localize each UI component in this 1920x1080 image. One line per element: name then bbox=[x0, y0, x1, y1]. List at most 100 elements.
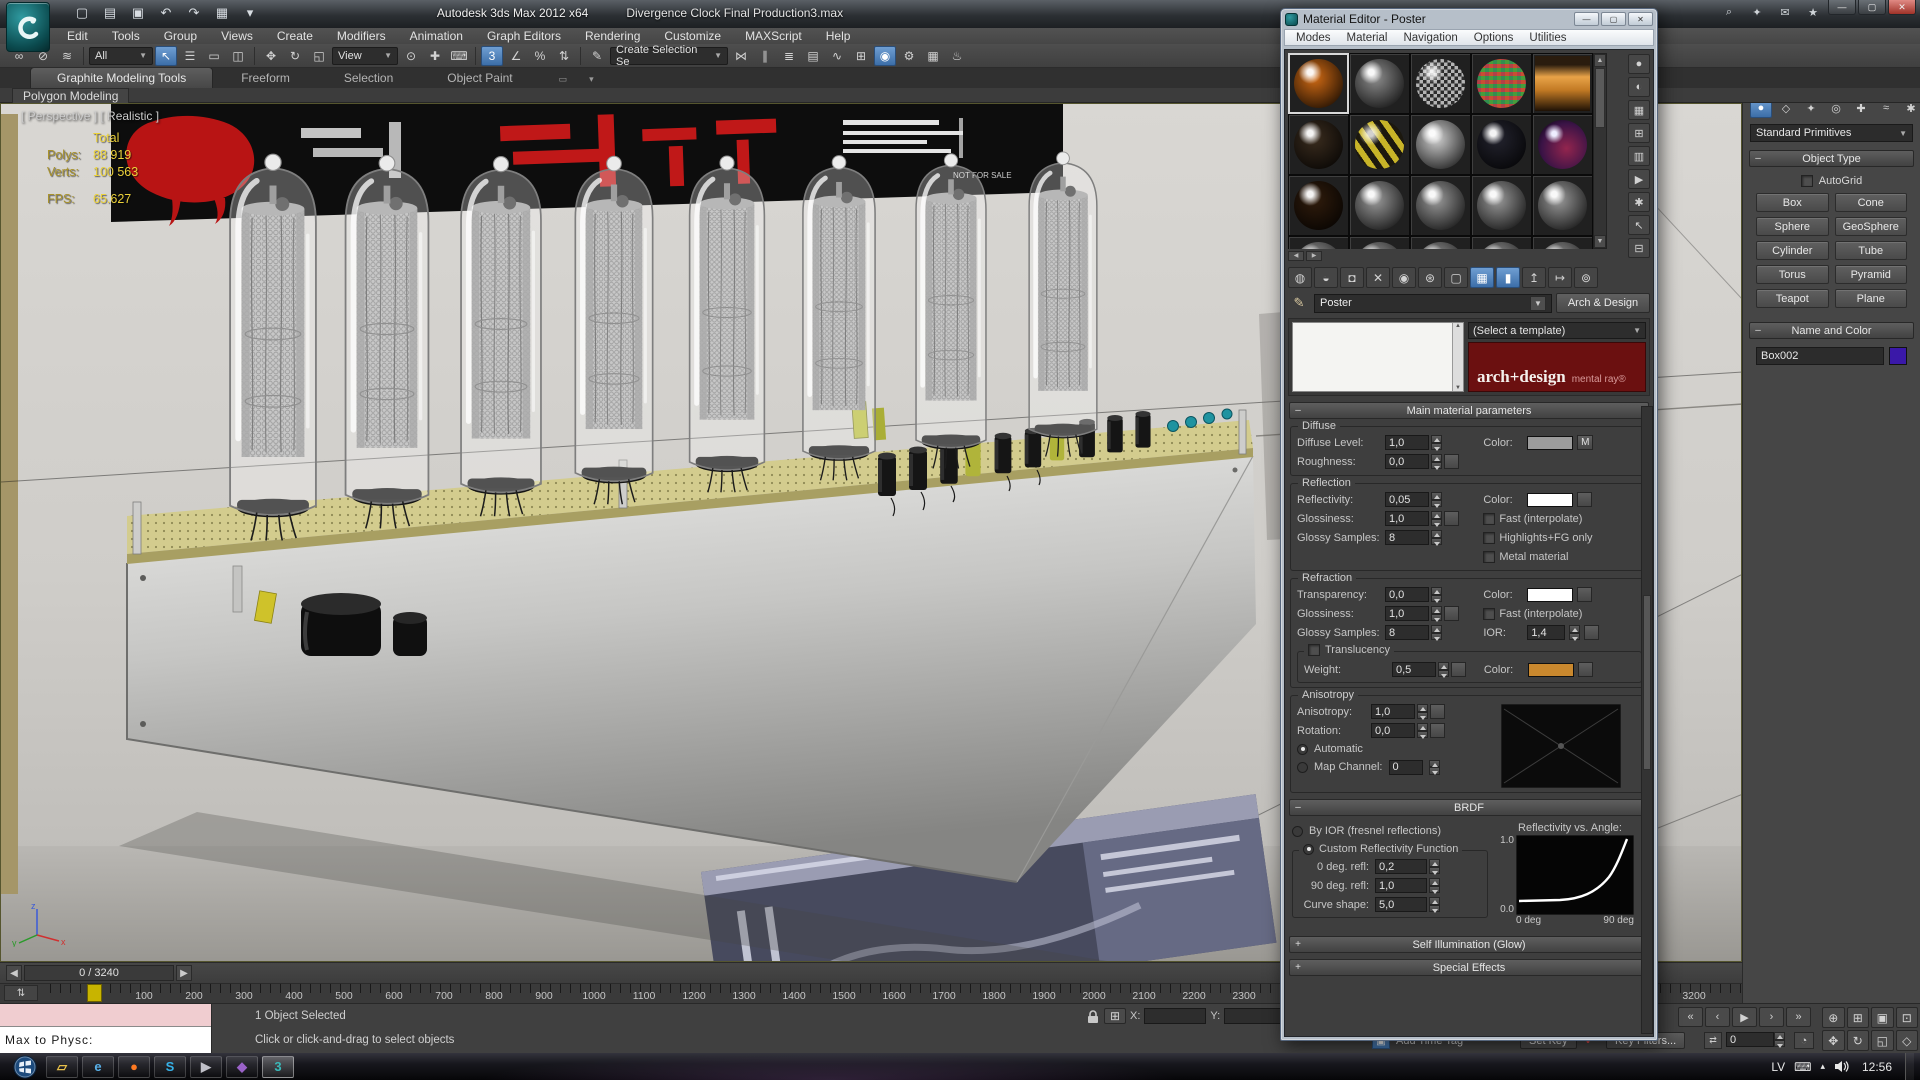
time-configuration-button[interactable]: ◔ bbox=[1794, 1032, 1814, 1049]
pick-material-eyedropper-icon[interactable]: ✎ bbox=[1288, 293, 1310, 313]
material-slot[interactable] bbox=[1532, 236, 1593, 249]
material-slot[interactable] bbox=[1288, 114, 1349, 175]
communication-center-icon[interactable]: ✉ bbox=[1776, 4, 1794, 20]
deg90-refl-spinner[interactable] bbox=[1429, 878, 1440, 893]
show-end-result-icon[interactable]: ▮ bbox=[1496, 267, 1520, 288]
refraction-fast-interpolate-checkbox[interactable] bbox=[1483, 608, 1495, 620]
refraction-samples-field[interactable]: 8 bbox=[1385, 625, 1429, 640]
translucency-weight-spinner[interactable] bbox=[1438, 662, 1449, 677]
fast-interpolate-checkbox[interactable] bbox=[1483, 513, 1495, 525]
reflectivity-field[interactable]: 0,05 bbox=[1385, 492, 1429, 507]
rotation-map-button[interactable] bbox=[1430, 723, 1445, 738]
material-slot[interactable] bbox=[1349, 236, 1410, 249]
diffuse-level-spinner[interactable] bbox=[1431, 435, 1442, 450]
listener-script-line[interactable]: Max to Physc: bbox=[0, 1027, 211, 1053]
object-type-button[interactable]: Plane bbox=[1835, 289, 1908, 308]
reflection-glossiness-spinner[interactable] bbox=[1431, 511, 1442, 526]
me-menu-item[interactable]: Utilities bbox=[1522, 32, 1573, 44]
time-slider-thumb[interactable] bbox=[87, 984, 102, 1002]
ribbon-tab[interactable]: Freeform bbox=[215, 68, 316, 88]
nixie-tube[interactable] bbox=[803, 156, 875, 481]
sample-background-icon[interactable]: ▦ bbox=[1628, 100, 1650, 120]
special-effects-rollout[interactable]: + Special Effects bbox=[1289, 959, 1649, 976]
reference-coordinate-dropdown[interactable]: View▼ bbox=[332, 47, 398, 65]
go-to-end-button[interactable]: » bbox=[1786, 1007, 1811, 1027]
current-frame-field[interactable]: 0 bbox=[1726, 1032, 1774, 1047]
spinner-snap-icon[interactable]: ⇅ bbox=[553, 46, 575, 66]
diffuse-color-swatch[interactable] bbox=[1527, 436, 1573, 450]
material-type-button[interactable]: Arch & Design bbox=[1556, 293, 1650, 313]
custom-reflectivity-radio[interactable] bbox=[1303, 844, 1314, 855]
material-id-channel-icon[interactable]: ▢ bbox=[1444, 267, 1468, 288]
pick-material-from-object-icon[interactable]: ⊚ bbox=[1574, 267, 1598, 288]
taskbar-ie-icon[interactable]: e bbox=[82, 1056, 114, 1078]
edit-named-selection-sets-icon[interactable]: ✎ bbox=[586, 46, 608, 66]
me-menu-item[interactable]: Navigation bbox=[1396, 32, 1464, 44]
map-channel-radio[interactable] bbox=[1297, 762, 1308, 773]
selection-lock-icon[interactable] bbox=[1086, 1009, 1100, 1024]
absolute-offset-toggle-icon[interactable]: ⊞ bbox=[1104, 1008, 1126, 1024]
material-slot[interactable] bbox=[1410, 236, 1471, 249]
roughness-spinner[interactable] bbox=[1431, 454, 1442, 469]
menu-item[interactable]: MAXScript bbox=[734, 28, 813, 44]
material-slot[interactable] bbox=[1349, 175, 1410, 236]
object-type-button[interactable]: GeoSphere bbox=[1835, 217, 1908, 236]
refraction-glossiness-field[interactable]: 1,0 bbox=[1385, 606, 1429, 621]
select-by-material-icon[interactable]: ↖ bbox=[1628, 215, 1650, 235]
material-slot[interactable] bbox=[1471, 175, 1532, 236]
translucency-color-map-button[interactable] bbox=[1578, 662, 1593, 677]
material-slot[interactable] bbox=[1288, 53, 1349, 114]
reflection-samples-field[interactable]: 8 bbox=[1385, 530, 1429, 545]
nixie-tube[interactable] bbox=[230, 154, 316, 540]
select-object-icon[interactable]: ↖ bbox=[155, 46, 177, 66]
field-of-view-icon[interactable]: ◇ bbox=[1896, 1030, 1919, 1051]
curve-shape-spinner[interactable] bbox=[1429, 897, 1440, 912]
frame-spinner[interactable] bbox=[1774, 1032, 1785, 1047]
material-name-dropdown[interactable]: Poster ▼ bbox=[1314, 294, 1552, 313]
orbit-icon[interactable]: ↻ bbox=[1847, 1030, 1870, 1051]
material-editor-window[interactable]: Material Editor - Poster — ▢ ✕ ModesMate… bbox=[1280, 8, 1658, 1041]
tray-expand-icon[interactable]: ▴ bbox=[1820, 1061, 1825, 1072]
reflection-glossiness-map-button[interactable] bbox=[1444, 511, 1459, 526]
minimize-button[interactable]: — bbox=[1828, 0, 1856, 15]
refraction-glossiness-spinner[interactable] bbox=[1431, 606, 1442, 621]
keyboard-icon[interactable]: ⌨ bbox=[1794, 1060, 1811, 1074]
reflection-samples-spinner[interactable] bbox=[1431, 530, 1442, 545]
mirror-icon[interactable]: ⋈ bbox=[730, 46, 752, 66]
layer-manager-icon[interactable]: ≣ bbox=[778, 46, 800, 66]
next-frame-button[interactable]: › bbox=[1759, 1007, 1784, 1027]
go-to-parent-icon[interactable]: ↥ bbox=[1522, 267, 1546, 288]
scroll-down-icon[interactable]: ▼ bbox=[1594, 235, 1606, 248]
ribbon-tab[interactable]: Graphite Modeling Tools bbox=[30, 67, 213, 88]
clock[interactable]: 12:56 bbox=[1862, 1060, 1892, 1074]
taskbar-media-icon[interactable]: ▶ bbox=[190, 1056, 222, 1078]
nixie-tube[interactable] bbox=[1029, 152, 1097, 457]
object-type-button[interactable]: Tube bbox=[1835, 241, 1908, 260]
select-and-rotate-icon[interactable]: ↻ bbox=[284, 46, 306, 66]
map-channel-field[interactable]: 0 bbox=[1389, 760, 1423, 775]
reflection-color-swatch[interactable] bbox=[1527, 493, 1573, 507]
start-button[interactable] bbox=[10, 1054, 40, 1080]
go-to-start-button[interactable]: « bbox=[1678, 1007, 1703, 1027]
x-coordinate-field[interactable] bbox=[1144, 1008, 1206, 1024]
material-slot[interactable] bbox=[1532, 53, 1593, 114]
preview-scrollbar[interactable]: ▲▼ bbox=[1452, 323, 1463, 391]
angle-snap-icon[interactable]: ∠ bbox=[505, 46, 527, 66]
menu-item[interactable]: Modifiers bbox=[326, 28, 397, 44]
make-preview-icon[interactable]: ▶ bbox=[1628, 169, 1650, 189]
material-options-icon[interactable]: ✱ bbox=[1628, 192, 1650, 212]
material-editor-icon[interactable]: ◉ bbox=[874, 46, 896, 66]
open-mini-curve-editor-icon[interactable]: ⇅ bbox=[4, 985, 38, 1001]
material-slot[interactable] bbox=[1288, 236, 1349, 249]
snaps-toggle-icon[interactable]: 3 bbox=[481, 46, 503, 66]
favorites-icon[interactable]: ★ bbox=[1804, 4, 1822, 20]
get-material-icon[interactable]: ◍ bbox=[1288, 267, 1312, 288]
ior-map-button[interactable] bbox=[1584, 625, 1599, 640]
menu-item[interactable]: Animation bbox=[399, 28, 474, 44]
go-forward-to-sibling-icon[interactable]: ↦ bbox=[1548, 267, 1572, 288]
deg0-refl-field[interactable]: 0,2 bbox=[1375, 859, 1427, 874]
sample-type-icon[interactable]: ● bbox=[1628, 54, 1650, 74]
taskbar-3dsmax-icon[interactable]: 3 bbox=[262, 1056, 294, 1078]
refraction-samples-spinner[interactable] bbox=[1431, 625, 1442, 640]
reset-map-icon[interactable]: ✕ bbox=[1366, 267, 1390, 288]
